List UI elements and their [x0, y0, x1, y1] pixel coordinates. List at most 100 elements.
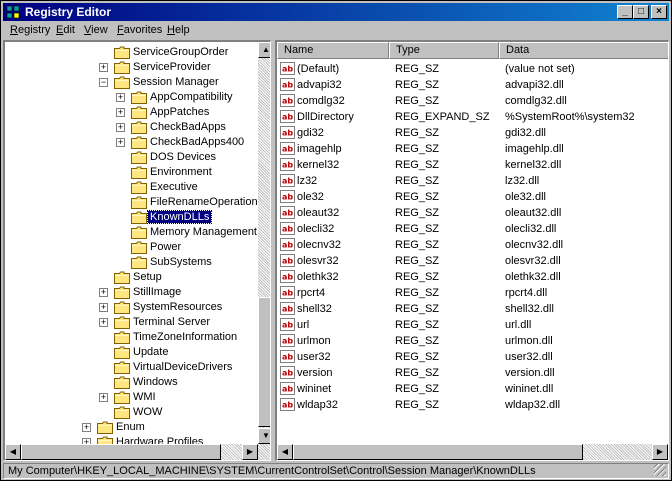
tree-node[interactable]: + ServiceProvider [5, 60, 255, 75]
value-row[interactable]: ab DllDirectory REG_EXPAND_SZ %SystemRoot%\… [277, 109, 667, 125]
expand-icon[interactable]: + [99, 303, 108, 312]
expand-icon[interactable]: + [99, 318, 108, 327]
expand-icon[interactable]: + [99, 393, 108, 402]
tree-node[interactable]: + SystemResources [5, 300, 255, 315]
expand-icon[interactable]: + [116, 93, 125, 102]
expand-icon[interactable]: + [116, 123, 125, 132]
tree-node-label: Memory Management [150, 226, 257, 238]
value-row[interactable]: ab oleaut32 REG_SZ oleaut32.dll [277, 205, 667, 221]
expand-icon[interactable]: + [116, 138, 125, 147]
value-name: wininet [297, 383, 332, 395]
tree-node[interactable]: VirtualDeviceDrivers [5, 360, 255, 375]
tree-node[interactable]: TimeZoneInformation [5, 330, 255, 345]
scroll-down-button[interactable]: ▼ [258, 428, 270, 444]
minimize-button[interactable]: _ [617, 5, 633, 19]
string-value-icon: ab [280, 62, 295, 75]
menu-edit[interactable]: Edit [56, 24, 75, 36]
status-bar: My Computer\HKEY_LOCAL_MACHINE\SYSTEM\Cu… [3, 463, 669, 479]
scroll-up-button[interactable]: ▲ [258, 42, 270, 58]
scroll-right-button[interactable]: ▶ [652, 444, 668, 460]
tree-node[interactable]: Environment [5, 165, 255, 180]
value-row[interactable]: ab wldap32 REG_SZ wldap32.dll [277, 397, 667, 413]
value-name: DllDirectory [297, 111, 354, 123]
registry-editor-window: Registry Editor _ □ × Registry Edit View… [0, 0, 672, 481]
svg-text:ab: ab [282, 385, 293, 394]
tree-node[interactable]: + WMI [5, 390, 255, 405]
tree-horizontal-scrollbar[interactable]: ◀ ▶ [5, 444, 270, 460]
tree-node[interactable]: Power [5, 240, 255, 255]
value-row[interactable]: ab olecnv32 REG_SZ olecnv32.dll [277, 237, 667, 253]
tree-node[interactable]: Memory Management [5, 225, 257, 240]
svg-text:ab: ab [282, 145, 293, 154]
values-hscroll-thumb[interactable] [293, 444, 583, 460]
expand-icon[interactable]: + [82, 423, 91, 432]
tree-node[interactable]: WOW [5, 405, 255, 420]
value-row[interactable]: ab rpcrt4 REG_SZ rpcrt4.dll [277, 285, 667, 301]
tree-node[interactable]: Setup [5, 270, 255, 285]
value-row[interactable]: ab wininet REG_SZ wininet.dll [277, 381, 667, 397]
key-tree-pane[interactable]: ServiceGroupOrder + ServiceProvider − Sessio… [3, 40, 271, 461]
column-header-data[interactable]: Data [499, 42, 668, 59]
maximize-button[interactable]: □ [633, 5, 649, 19]
value-row[interactable]: ab olesvr32 REG_SZ olesvr32.dll [277, 253, 667, 269]
expand-icon[interactable]: + [99, 63, 108, 72]
scroll-left-button[interactable]: ◀ [277, 444, 293, 460]
collapse-icon[interactable]: − [99, 78, 108, 87]
value-name: comdlg32 [297, 95, 345, 107]
resize-grip-icon[interactable] [654, 464, 666, 476]
tree-node[interactable]: Executive [5, 180, 255, 195]
svg-text:ab: ab [282, 305, 293, 314]
tree-vertical-scrollbar[interactable]: ▲ ▼ [258, 42, 270, 444]
value-row[interactable]: ab lz32 REG_SZ lz32.dll [277, 173, 667, 189]
tree-node[interactable]: Windows [5, 375, 255, 390]
value-row[interactable]: ab user32 REG_SZ user32.dll [277, 349, 667, 365]
scroll-right-button[interactable]: ▶ [242, 444, 258, 460]
menu-favorites[interactable]: Favorites [117, 24, 162, 36]
tree-node[interactable]: + CheckBadApps400 [5, 135, 255, 150]
value-row[interactable]: ab version REG_SZ version.dll [277, 365, 667, 381]
title-bar[interactable]: Registry Editor _ □ × [3, 3, 669, 21]
values-list-pane[interactable]: Name Type Data ab (Default) REG_SZ (value n… [275, 40, 669, 461]
value-row[interactable]: ab olethk32 REG_SZ olethk32.dll [277, 269, 667, 285]
string-value-icon: ab [280, 382, 295, 395]
value-row[interactable]: ab kernel32 REG_SZ kernel32.dll [277, 157, 667, 173]
menu-help[interactable]: Help [167, 24, 190, 36]
column-header-name[interactable]: Name [277, 42, 389, 59]
tree-node[interactable]: + AppCompatibility [5, 90, 255, 105]
string-value-icon: ab [280, 398, 295, 411]
tree-node[interactable]: FileRenameOperations [5, 195, 263, 210]
tree-scroll-thumb[interactable] [258, 297, 270, 427]
column-header-type[interactable]: Type [389, 42, 499, 59]
value-row[interactable]: ab url REG_SZ url.dll [277, 317, 667, 333]
value-row[interactable]: ab advapi32 REG_SZ advapi32.dll [277, 77, 667, 93]
value-row[interactable]: ab imagehlp REG_SZ imagehlp.dll [277, 141, 667, 157]
tree-node[interactable]: + Enum [5, 420, 255, 435]
value-row[interactable]: ab ole32 REG_SZ ole32.dll [277, 189, 667, 205]
tree-node[interactable]: Update [5, 345, 255, 360]
value-row[interactable]: ab comdlg32 REG_SZ comdlg32.dll [277, 93, 667, 109]
tree-node[interactable]: KnownDLLs [5, 210, 255, 225]
value-row[interactable]: ab gdi32 REG_SZ gdi32.dll [277, 125, 667, 141]
values-horizontal-scrollbar[interactable]: ◀ ▶ [277, 444, 668, 460]
value-row[interactable]: ab shell32 REG_SZ shell32.dll [277, 301, 667, 317]
expand-icon[interactable]: + [99, 288, 108, 297]
tree-node[interactable]: ServiceGroupOrder [5, 45, 255, 60]
tree-hscroll-thumb[interactable] [21, 444, 221, 460]
value-data: %SystemRoot%\system32 [505, 111, 635, 123]
tree-node[interactable]: DOS Devices [5, 150, 255, 165]
value-row[interactable]: ab (Default) REG_SZ (value not set) [277, 61, 667, 77]
scroll-left-button[interactable]: ◀ [5, 444, 21, 460]
tree-node[interactable]: + Terminal Server [5, 315, 255, 330]
value-row[interactable]: ab olecli32 REG_SZ olecli32.dll [277, 221, 667, 237]
folder-icon [114, 46, 130, 59]
tree-node[interactable]: SubSystems [5, 255, 255, 270]
tree-node[interactable]: + CheckBadApps [5, 120, 255, 135]
tree-node[interactable]: + StillImage [5, 285, 255, 300]
value-row[interactable]: ab urlmon REG_SZ urlmon.dll [277, 333, 667, 349]
menu-view[interactable]: View [84, 24, 108, 36]
menu-registry[interactable]: Registry [10, 24, 50, 36]
tree-node[interactable]: − Session Manager [5, 75, 255, 90]
tree-node[interactable]: + AppPatches [5, 105, 255, 120]
close-button[interactable]: × [651, 5, 667, 19]
expand-icon[interactable]: + [116, 108, 125, 117]
